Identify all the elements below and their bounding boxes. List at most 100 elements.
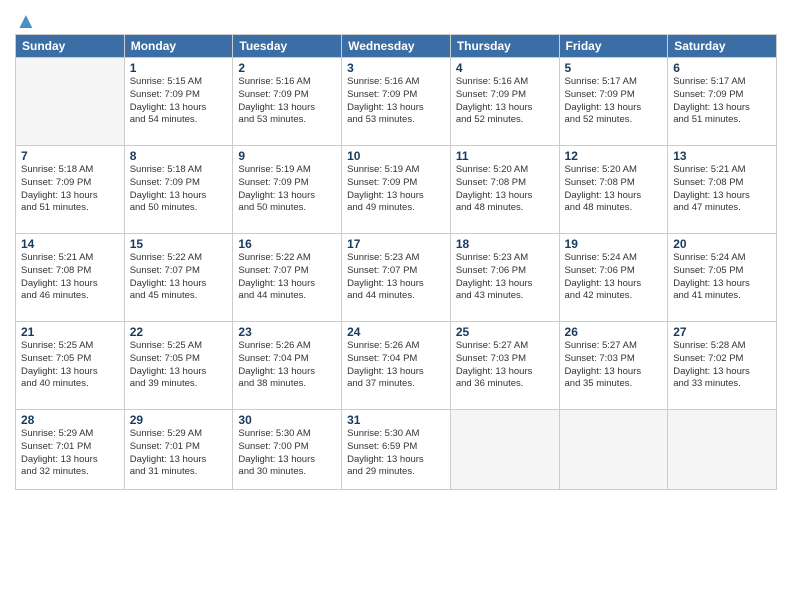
- day-info: Sunrise: 5:21 AM Sunset: 7:08 PM Dayligh…: [21, 252, 119, 303]
- day-info: Sunrise: 5:23 AM Sunset: 7:07 PM Dayligh…: [347, 252, 445, 303]
- day-cell: 9Sunrise: 5:19 AM Sunset: 7:09 PM Daylig…: [233, 146, 342, 234]
- day-cell: 4Sunrise: 5:16 AM Sunset: 7:09 PM Daylig…: [450, 58, 559, 146]
- day-info: Sunrise: 5:20 AM Sunset: 7:08 PM Dayligh…: [565, 164, 663, 215]
- day-info: Sunrise: 5:21 AM Sunset: 7:08 PM Dayligh…: [673, 164, 771, 215]
- day-cell: [668, 410, 777, 490]
- day-number: 10: [347, 149, 445, 163]
- day-info: Sunrise: 5:25 AM Sunset: 7:05 PM Dayligh…: [21, 340, 119, 391]
- day-info: Sunrise: 5:15 AM Sunset: 7:09 PM Dayligh…: [130, 76, 228, 127]
- day-cell: [16, 58, 125, 146]
- day-number: 20: [673, 237, 771, 251]
- day-number: 19: [565, 237, 663, 251]
- header: ▲: [15, 10, 777, 28]
- day-cell: 7Sunrise: 5:18 AM Sunset: 7:09 PM Daylig…: [16, 146, 125, 234]
- col-header-friday: Friday: [559, 35, 668, 58]
- day-number: 14: [21, 237, 119, 251]
- week-row-4: 21Sunrise: 5:25 AM Sunset: 7:05 PM Dayli…: [16, 322, 777, 410]
- day-info: Sunrise: 5:23 AM Sunset: 7:06 PM Dayligh…: [456, 252, 554, 303]
- day-number: 2: [238, 61, 336, 75]
- day-info: Sunrise: 5:24 AM Sunset: 7:06 PM Dayligh…: [565, 252, 663, 303]
- day-info: Sunrise: 5:19 AM Sunset: 7:09 PM Dayligh…: [347, 164, 445, 215]
- day-info: Sunrise: 5:26 AM Sunset: 7:04 PM Dayligh…: [238, 340, 336, 391]
- day-number: 25: [456, 325, 554, 339]
- day-info: Sunrise: 5:24 AM Sunset: 7:05 PM Dayligh…: [673, 252, 771, 303]
- day-info: Sunrise: 5:29 AM Sunset: 7:01 PM Dayligh…: [130, 428, 228, 479]
- logo: ▲: [15, 10, 37, 28]
- day-cell: 30Sunrise: 5:30 AM Sunset: 7:00 PM Dayli…: [233, 410, 342, 490]
- day-cell: 5Sunrise: 5:17 AM Sunset: 7:09 PM Daylig…: [559, 58, 668, 146]
- day-number: 12: [565, 149, 663, 163]
- week-row-3: 14Sunrise: 5:21 AM Sunset: 7:08 PM Dayli…: [16, 234, 777, 322]
- day-info: Sunrise: 5:18 AM Sunset: 7:09 PM Dayligh…: [130, 164, 228, 215]
- col-header-tuesday: Tuesday: [233, 35, 342, 58]
- week-row-5: 28Sunrise: 5:29 AM Sunset: 7:01 PM Dayli…: [16, 410, 777, 490]
- day-info: Sunrise: 5:27 AM Sunset: 7:03 PM Dayligh…: [565, 340, 663, 391]
- day-info: Sunrise: 5:28 AM Sunset: 7:02 PM Dayligh…: [673, 340, 771, 391]
- day-number: 8: [130, 149, 228, 163]
- week-row-2: 7Sunrise: 5:18 AM Sunset: 7:09 PM Daylig…: [16, 146, 777, 234]
- day-cell: 16Sunrise: 5:22 AM Sunset: 7:07 PM Dayli…: [233, 234, 342, 322]
- col-header-wednesday: Wednesday: [342, 35, 451, 58]
- day-cell: 3Sunrise: 5:16 AM Sunset: 7:09 PM Daylig…: [342, 58, 451, 146]
- day-info: Sunrise: 5:29 AM Sunset: 7:01 PM Dayligh…: [21, 428, 119, 479]
- day-number: 30: [238, 413, 336, 427]
- day-info: Sunrise: 5:25 AM Sunset: 7:05 PM Dayligh…: [130, 340, 228, 391]
- day-info: Sunrise: 5:16 AM Sunset: 7:09 PM Dayligh…: [238, 76, 336, 127]
- day-cell: 28Sunrise: 5:29 AM Sunset: 7:01 PM Dayli…: [16, 410, 125, 490]
- day-cell: 18Sunrise: 5:23 AM Sunset: 7:06 PM Dayli…: [450, 234, 559, 322]
- day-cell: [559, 410, 668, 490]
- day-number: 7: [21, 149, 119, 163]
- day-cell: 22Sunrise: 5:25 AM Sunset: 7:05 PM Dayli…: [124, 322, 233, 410]
- day-number: 3: [347, 61, 445, 75]
- day-cell: 11Sunrise: 5:20 AM Sunset: 7:08 PM Dayli…: [450, 146, 559, 234]
- day-number: 11: [456, 149, 554, 163]
- col-header-sunday: Sunday: [16, 35, 125, 58]
- day-cell: 26Sunrise: 5:27 AM Sunset: 7:03 PM Dayli…: [559, 322, 668, 410]
- week-row-1: 1Sunrise: 5:15 AM Sunset: 7:09 PM Daylig…: [16, 58, 777, 146]
- day-info: Sunrise: 5:18 AM Sunset: 7:09 PM Dayligh…: [21, 164, 119, 215]
- day-info: Sunrise: 5:16 AM Sunset: 7:09 PM Dayligh…: [456, 76, 554, 127]
- day-info: Sunrise: 5:27 AM Sunset: 7:03 PM Dayligh…: [456, 340, 554, 391]
- logo-bird-icon: ▲: [15, 8, 37, 33]
- day-cell: 20Sunrise: 5:24 AM Sunset: 7:05 PM Dayli…: [668, 234, 777, 322]
- day-number: 6: [673, 61, 771, 75]
- day-cell: 12Sunrise: 5:20 AM Sunset: 7:08 PM Dayli…: [559, 146, 668, 234]
- day-number: 15: [130, 237, 228, 251]
- day-cell: 29Sunrise: 5:29 AM Sunset: 7:01 PM Dayli…: [124, 410, 233, 490]
- day-cell: 23Sunrise: 5:26 AM Sunset: 7:04 PM Dayli…: [233, 322, 342, 410]
- day-number: 16: [238, 237, 336, 251]
- day-number: 1: [130, 61, 228, 75]
- day-info: Sunrise: 5:17 AM Sunset: 7:09 PM Dayligh…: [565, 76, 663, 127]
- header-row: SundayMondayTuesdayWednesdayThursdayFrid…: [16, 35, 777, 58]
- day-cell: [450, 410, 559, 490]
- day-number: 31: [347, 413, 445, 427]
- day-number: 4: [456, 61, 554, 75]
- day-cell: 2Sunrise: 5:16 AM Sunset: 7:09 PM Daylig…: [233, 58, 342, 146]
- day-number: 27: [673, 325, 771, 339]
- day-cell: 15Sunrise: 5:22 AM Sunset: 7:07 PM Dayli…: [124, 234, 233, 322]
- day-cell: 25Sunrise: 5:27 AM Sunset: 7:03 PM Dayli…: [450, 322, 559, 410]
- day-number: 24: [347, 325, 445, 339]
- calendar: SundayMondayTuesdayWednesdayThursdayFrid…: [15, 34, 777, 490]
- col-header-thursday: Thursday: [450, 35, 559, 58]
- day-info: Sunrise: 5:17 AM Sunset: 7:09 PM Dayligh…: [673, 76, 771, 127]
- day-cell: 17Sunrise: 5:23 AM Sunset: 7:07 PM Dayli…: [342, 234, 451, 322]
- day-info: Sunrise: 5:19 AM Sunset: 7:09 PM Dayligh…: [238, 164, 336, 215]
- day-number: 28: [21, 413, 119, 427]
- day-number: 22: [130, 325, 228, 339]
- day-info: Sunrise: 5:22 AM Sunset: 7:07 PM Dayligh…: [130, 252, 228, 303]
- day-info: Sunrise: 5:16 AM Sunset: 7:09 PM Dayligh…: [347, 76, 445, 127]
- day-number: 9: [238, 149, 336, 163]
- day-info: Sunrise: 5:30 AM Sunset: 6:59 PM Dayligh…: [347, 428, 445, 479]
- day-number: 26: [565, 325, 663, 339]
- day-number: 23: [238, 325, 336, 339]
- day-cell: 19Sunrise: 5:24 AM Sunset: 7:06 PM Dayli…: [559, 234, 668, 322]
- day-number: 21: [21, 325, 119, 339]
- page: ▲ SundayMondayTuesdayWednesdayThursdayFr…: [0, 0, 792, 612]
- day-info: Sunrise: 5:20 AM Sunset: 7:08 PM Dayligh…: [456, 164, 554, 215]
- day-cell: 8Sunrise: 5:18 AM Sunset: 7:09 PM Daylig…: [124, 146, 233, 234]
- day-info: Sunrise: 5:22 AM Sunset: 7:07 PM Dayligh…: [238, 252, 336, 303]
- col-header-monday: Monday: [124, 35, 233, 58]
- day-number: 18: [456, 237, 554, 251]
- day-number: 29: [130, 413, 228, 427]
